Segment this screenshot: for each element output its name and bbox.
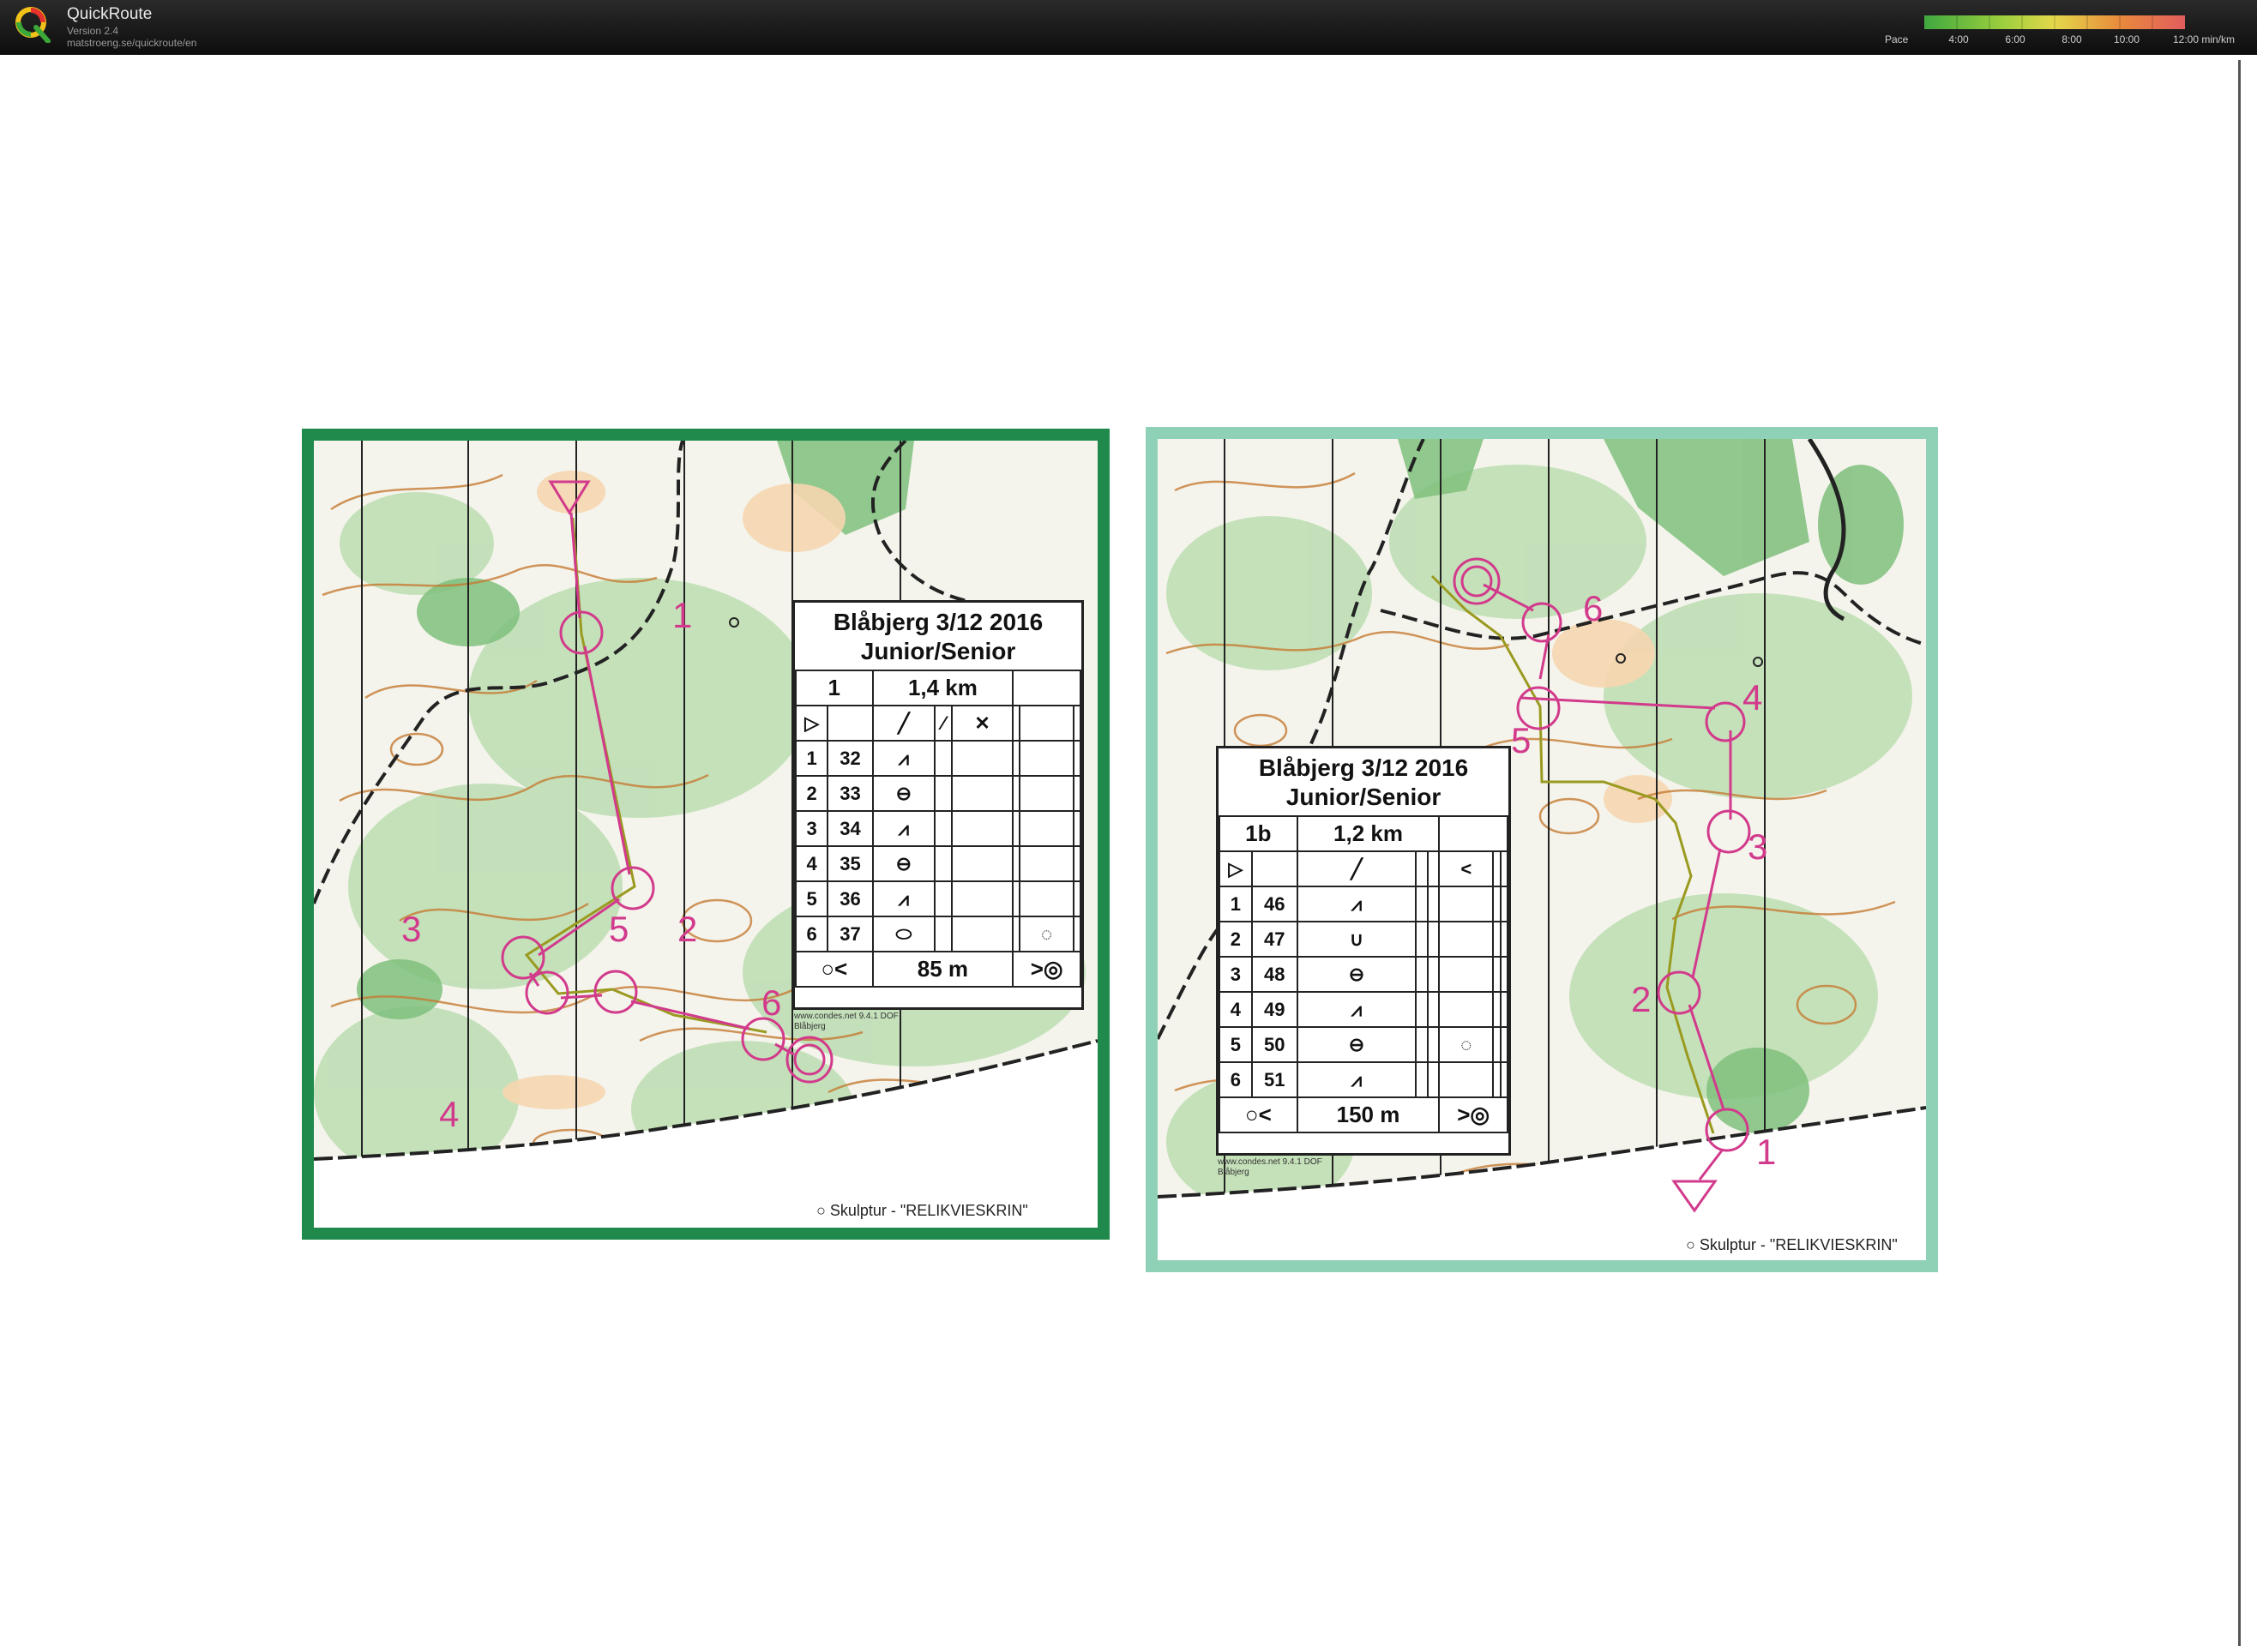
- control-num: 2: [1219, 921, 1253, 958]
- control-num: 5: [1219, 1026, 1253, 1063]
- pace-label: Pace: [1885, 33, 1909, 45]
- knoll-icon: ⩘: [1296, 991, 1417, 1028]
- control-code: 33: [827, 775, 874, 812]
- course-name: 1: [795, 670, 874, 706]
- control-num: 4: [1219, 991, 1253, 1028]
- card-event: Blåbjerg 3/12 2016: [833, 609, 1044, 635]
- control-num: 5: [794, 880, 829, 917]
- knoll-icon: ⩘: [871, 740, 936, 777]
- position-symbol-icon: ◌: [1019, 916, 1074, 952]
- control-code: 50: [1250, 1026, 1298, 1063]
- map-left[interactable]: 1 2 3 4 5 6 Blåbjerg 3/12 2016 Junior/Se…: [302, 429, 1110, 1240]
- knoll-icon: ⩘: [871, 880, 936, 917]
- control-num: 3: [1219, 956, 1253, 993]
- knoll-icon: ⩘: [1296, 1061, 1417, 1098]
- course-length: 1,2 km: [1296, 815, 1441, 852]
- depression-icon: ⊖: [871, 845, 936, 882]
- course-name: 1b: [1219, 815, 1298, 852]
- finish-start-icon: ○<: [795, 951, 874, 988]
- control-num: 1: [794, 740, 829, 777]
- control-number: 4: [439, 1094, 459, 1134]
- ellipse-icon: ⬭: [871, 916, 936, 952]
- control-code: 35: [827, 845, 874, 882]
- app-title: QuickRoute: [67, 5, 153, 23]
- depression-icon: ⊖: [1296, 956, 1417, 993]
- control-code: 47: [1250, 921, 1298, 958]
- knoll-icon: ⩘: [1296, 886, 1417, 922]
- pace-tick-8: 8:00: [2061, 33, 2082, 45]
- cross-symbol-icon: ✕: [950, 705, 1014, 742]
- circle-marker-icon: ○: [1686, 1236, 1700, 1253]
- control-code: 48: [1250, 956, 1298, 993]
- card-event: Blåbjerg 3/12 2016: [1258, 754, 1469, 781]
- pace-color-scale: [1924, 15, 2185, 29]
- control-code: 37: [827, 916, 874, 952]
- control-number: 4: [1742, 677, 1762, 718]
- control-number: 1: [672, 595, 692, 635]
- control-number: 5: [609, 909, 629, 949]
- course-length: 1,4 km: [871, 670, 1014, 706]
- control-code: 36: [827, 880, 874, 917]
- knoll-icon: ⩘: [871, 810, 936, 847]
- control-number: 3: [1748, 826, 1767, 867]
- control-description-card-right: Blåbjerg 3/12 2016 Junior/Senior 1b 1,2 …: [1216, 746, 1511, 1156]
- map-credit: www.condes.net 9.4.1 DOF Blåbjerg: [794, 1012, 899, 1031]
- slash-symbol-icon: ╱: [871, 705, 936, 742]
- map-right[interactable]: 1 2 3 4 5 6 Blåbjerg 3/12 2016 Junior/Se…: [1146, 427, 1938, 1272]
- control-number: 1: [1756, 1132, 1776, 1172]
- circle-marker-icon: ○: [816, 1202, 830, 1219]
- skulptur-label: ○ Skulptur - "RELIKVIESKRIN": [1686, 1236, 1898, 1253]
- start-triangle-icon: ▷: [1219, 850, 1253, 887]
- control-description-card-left: Blåbjerg 3/12 2016 Junior/Senior 1 1,4 k…: [792, 600, 1084, 1010]
- control-code: 34: [827, 810, 874, 847]
- control-number: 3: [401, 909, 421, 949]
- finish-distance: 150 m: [1296, 1096, 1441, 1133]
- pace-tick-10: 10:00: [2113, 33, 2140, 45]
- card-class: Junior/Senior: [860, 638, 1016, 664]
- control-number: 6: [1583, 588, 1603, 628]
- control-num: 6: [1219, 1061, 1253, 1098]
- slash-symbol-icon: ╱: [1296, 850, 1417, 887]
- control-description-table: 1 1,4 km ▷ ╱ ⁄ ✕ 1 32 ⩘ 2 33 ⊖ 3 34 ⩘ 4 35 ⊖ 5 36…: [794, 670, 1082, 988]
- finish-icon: >◎: [1438, 1096, 1508, 1133]
- pit-icon: ∪: [1296, 921, 1417, 958]
- quickroute-logo-icon: [15, 7, 51, 43]
- control-code: 49: [1250, 991, 1298, 1028]
- control-code: 46: [1250, 886, 1298, 922]
- control-code: 32: [827, 740, 874, 777]
- finish-icon: >◎: [1012, 951, 1081, 988]
- app-url: matstroeng.se/quickroute/en: [67, 37, 197, 49]
- app-titlebar: QuickRoute Version 2.4 matstroeng.se/qui…: [0, 0, 2257, 57]
- depression-icon: ⊖: [1296, 1026, 1417, 1063]
- control-number: 2: [1631, 979, 1651, 1019]
- control-num: 2: [794, 775, 829, 812]
- control-number: 2: [677, 909, 697, 949]
- depression-icon: ⊖: [871, 775, 936, 812]
- control-number: 6: [761, 982, 781, 1023]
- control-number: 5: [1511, 720, 1531, 760]
- pace-tick-12: 12:00 min/km: [2172, 33, 2236, 45]
- card-class: Junior/Senior: [1285, 784, 1441, 810]
- canvas-edge: [2238, 60, 2241, 1646]
- pace-tick-4: 4:00: [1948, 33, 1969, 45]
- position-symbol-icon: ◌: [1438, 1026, 1495, 1063]
- finish-distance: 85 m: [871, 951, 1014, 988]
- control-num: 6: [794, 916, 829, 952]
- control-code: 51: [1250, 1061, 1298, 1098]
- pace-tick-6: 6:00: [2005, 33, 2025, 45]
- control-num: 4: [794, 845, 829, 882]
- map-credit: www.condes.net 9.4.1 DOF Blåbjerg: [1218, 1157, 1322, 1177]
- angle-symbol-icon: <: [1438, 850, 1495, 887]
- dashed-slash-symbol-icon: ⁄: [934, 705, 953, 742]
- control-num: 1: [1219, 886, 1253, 922]
- control-description-table: 1b 1,2 km ▷ ╱ < 1 46 ⩘ 2 47 ∪ 3 48 ⊖ 4 49 ⩘ 5 50 ⊖…: [1219, 815, 1509, 1133]
- start-triangle-icon: ▷: [794, 705, 829, 742]
- app-version: Version 2.4: [67, 25, 119, 37]
- finish-start-icon: ○<: [1219, 1096, 1298, 1133]
- skulptur-label: ○ Skulptur - "RELIKVIESKRIN": [816, 1202, 1028, 1219]
- control-num: 3: [794, 810, 829, 847]
